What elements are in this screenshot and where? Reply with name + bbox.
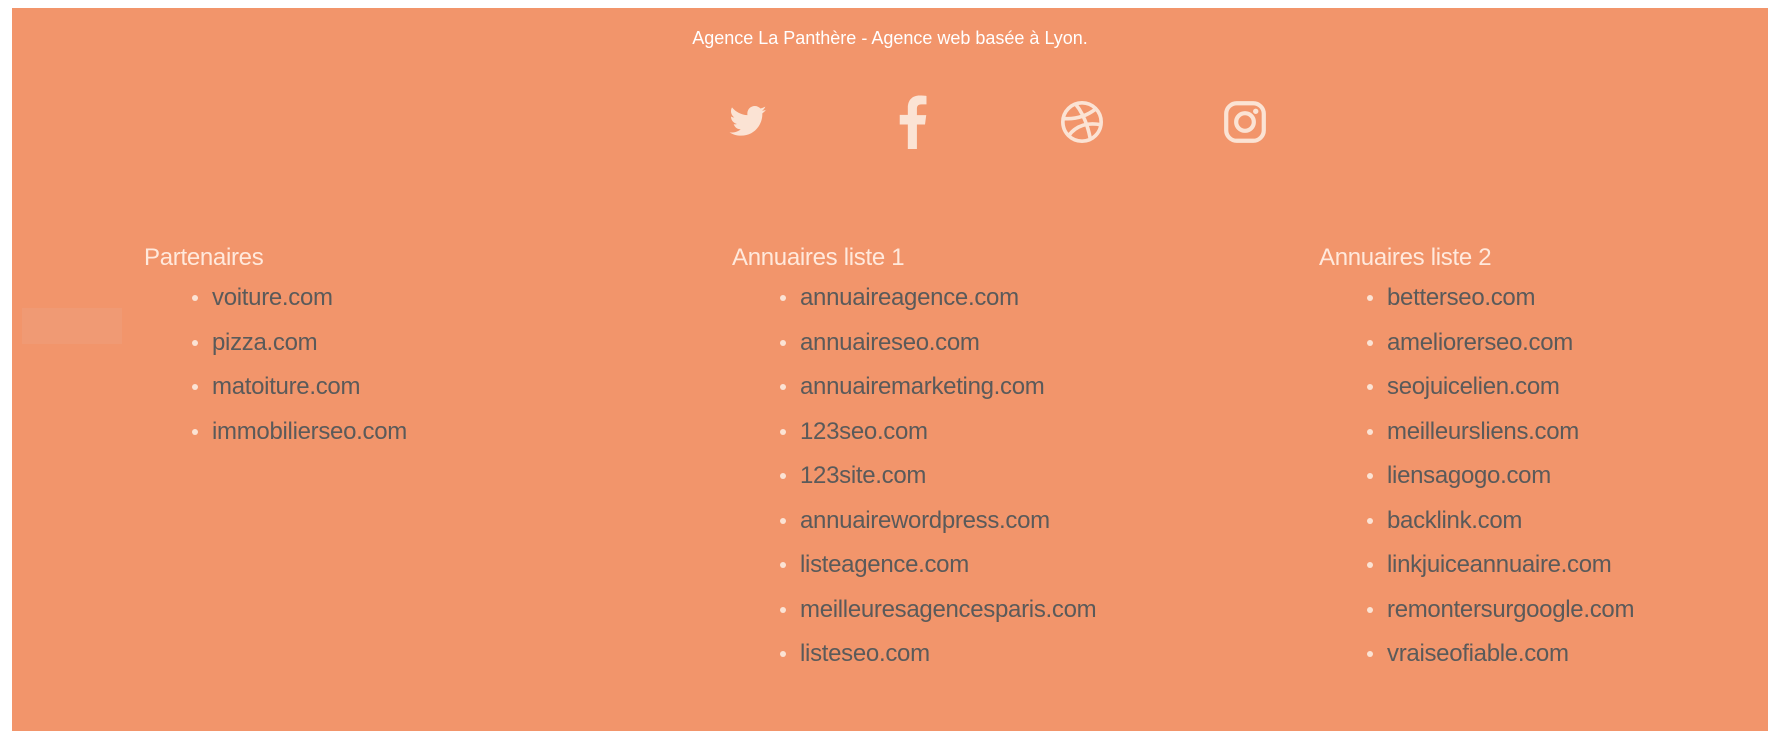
partner-link[interactable]: matoiture.com [212,373,360,400]
bullet-icon [780,295,786,301]
dribbble-icon [1061,101,1103,143]
footer-tagline: Agence La Panthère - Agence web basée à … [692,28,1088,48]
twitter-link[interactable] [718,90,778,154]
directory-link[interactable]: backlink.com [1387,507,1522,534]
bullet-icon [192,339,198,346]
list-item: 123seo.com [780,410,1096,455]
dribbble-link[interactable] [1052,90,1112,154]
bullet-icon [780,384,786,390]
bullet-icon [780,606,786,613]
directory-link[interactable]: remontersurgoogle.com [1387,596,1634,623]
list-item: betterseo.com [1367,276,1634,321]
list-item: remontersurgoogle.com [1367,588,1634,633]
bullet-icon [1367,562,1373,568]
partner-link[interactable]: immobilierseo.com [212,418,407,445]
list-item: listeagence.com [780,543,1096,588]
directory-link[interactable]: annuairewordpress.com [800,507,1050,534]
list-item: immobilierseo.com [192,410,407,455]
directory-link[interactable]: annuaireagence.com [800,284,1019,311]
twitter-icon [729,106,767,136]
list-item: voiture.com [192,276,407,321]
directory-link[interactable]: seojuicelien.com [1387,373,1560,400]
bullet-icon [1367,473,1373,479]
list-item: backlink.com [1367,499,1634,544]
directory-link[interactable]: linkjuiceannuaire.com [1387,551,1612,578]
list-item: ameliorerseo.com [1367,321,1634,366]
list-item: liensagogo.com [1367,454,1634,499]
column-title: Annuaires liste 1 [732,244,905,271]
column-title: Annuaires liste 2 [1319,244,1492,271]
list-item: listeseo.com [780,632,1096,677]
link-list: betterseo.com ameliorerseo.com seojuicel… [1319,276,1634,677]
partner-link[interactable]: pizza.com [212,329,318,356]
faded-widget [22,308,122,344]
column-partenaires: Partenaires voiture.com pizza.com matoit… [144,244,407,454]
bullet-icon [1367,651,1373,657]
list-item: matoiture.com [192,365,407,410]
bullet-icon [1367,428,1373,435]
directory-link[interactable]: betterseo.com [1387,284,1535,311]
social-links [12,90,1768,154]
bullet-icon [192,384,198,390]
bullet-icon [780,473,786,479]
directory-link[interactable]: liensagogo.com [1387,462,1551,489]
facebook-icon [899,95,927,149]
directory-link[interactable]: listeagence.com [800,551,969,578]
bullet-icon [1367,606,1373,613]
list-item: meilleuresagencesparis.com [780,588,1097,633]
facebook-link[interactable] [882,90,942,154]
bullet-icon [1367,517,1373,524]
directory-link[interactable]: meilleursliens.com [1387,418,1579,445]
list-item: annuairemarketing.com [780,365,1096,410]
directory-link[interactable]: vraiseofiable.com [1387,640,1569,667]
bullet-icon [1367,339,1373,346]
directory-link[interactable]: 123seo.com [800,418,928,445]
bullet-icon [192,428,198,435]
list-item: pizza.com [192,321,407,366]
instagram-icon [1224,101,1266,143]
bullet-icon [780,651,786,657]
bullet-icon [192,295,198,301]
bullet-icon [780,339,786,346]
site-footer: Agence La Panthère - Agence web basée à … [12,8,1768,731]
column-annuaires-1: Annuaires liste 1 annuaireagence.com ann… [732,244,1097,677]
bullet-icon [1367,295,1373,301]
link-list: annuaireagence.com annuaireseo.com annua… [732,276,1097,677]
directory-link[interactable]: ameliorerseo.com [1387,329,1573,356]
list-item: annuaireseo.com [780,321,1096,366]
list-item: annuairewordpress.com [780,499,1096,544]
bullet-icon [780,562,786,568]
instagram-link[interactable] [1215,90,1275,154]
directory-link[interactable]: meilleuresagencesparis.com [800,596,1097,623]
directory-link[interactable]: 123site.com [800,462,926,489]
bullet-icon [1367,384,1373,390]
directory-link[interactable]: listeseo.com [800,640,930,667]
list-item: meilleursliens.com [1367,410,1634,455]
column-title: Partenaires [144,244,264,271]
directory-link[interactable]: annuairemarketing.com [800,373,1045,400]
partner-link[interactable]: voiture.com [212,284,333,311]
list-item: vraiseofiable.com [1367,632,1634,677]
list-item: linkjuiceannuaire.com [1367,543,1634,588]
bullet-icon [780,428,786,435]
list-item: 123site.com [780,454,1096,499]
list-item: annuaireagence.com [780,276,1096,321]
link-list: voiture.com pizza.com matoiture.com immo… [144,276,407,454]
bullet-icon [780,517,786,524]
column-annuaires-2: Annuaires liste 2 betterseo.com ameliore… [1319,244,1634,677]
directory-link[interactable]: annuaireseo.com [800,329,980,356]
list-item: seojuicelien.com [1367,365,1634,410]
